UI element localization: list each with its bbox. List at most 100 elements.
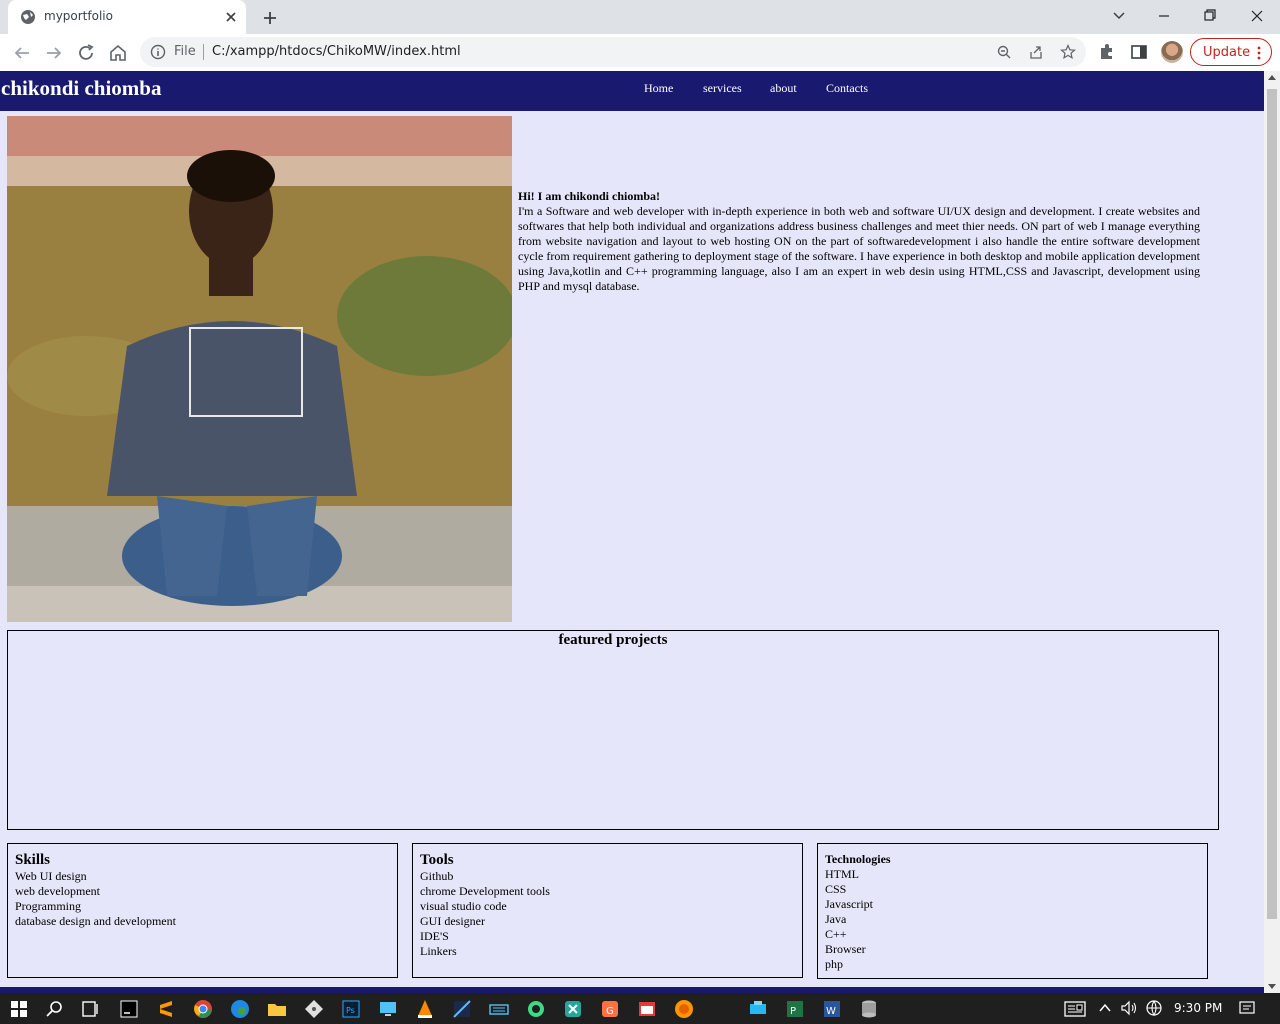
update-button[interactable]: Update: [1190, 38, 1272, 66]
firefox-icon[interactable]: [671, 996, 697, 1022]
volume-icon[interactable]: [1120, 999, 1138, 1017]
svg-text:W: W: [826, 1006, 836, 1017]
photoshop-icon[interactable]: Ps: [338, 996, 364, 1022]
intro-section: Hi! I am chikondi chiomba! I'm a Softwar…: [518, 189, 1200, 294]
tool-item: IDE'S: [420, 929, 449, 943]
chrome-icon[interactable]: [190, 996, 216, 1022]
scrollbar-thumb[interactable]: [1267, 89, 1277, 919]
tool-item: chrome Development tools: [420, 884, 550, 898]
gimp-icon[interactable]: G: [597, 996, 623, 1022]
keyboard-icon[interactable]: [486, 996, 512, 1022]
word-icon[interactable]: W: [819, 996, 845, 1022]
minimize-icon[interactable]: [1150, 4, 1178, 28]
browser-tab[interactable]: myportfolio: [8, 0, 246, 34]
technology-item: HTML: [825, 867, 859, 881]
scroll-down-arrow[interactable]: [1268, 984, 1276, 989]
file-explorer-icon[interactable]: [264, 996, 290, 1022]
scroll-up-arrow[interactable]: [1268, 75, 1276, 80]
intro-text: I'm a Software and web developer with in…: [518, 204, 1200, 293]
bookmark-star-icon[interactable]: [1060, 44, 1076, 60]
android-studio-icon[interactable]: [523, 996, 549, 1022]
featured-projects-title: featured projects: [558, 632, 668, 648]
zoom-icon[interactable]: [996, 44, 1012, 60]
xampp-icon[interactable]: [560, 996, 586, 1022]
technology-item: Javascript: [825, 897, 873, 911]
skills-card: Skills Web UI design web development Pro…: [7, 843, 398, 978]
url-text[interactable]: C:/xampp/htdocs/ChikoMW/index.html: [212, 44, 461, 59]
svg-text:G: G: [606, 1006, 614, 1017]
close-tab-icon[interactable]: [222, 8, 240, 26]
tool-item: Github: [420, 869, 454, 883]
technology-item: php: [825, 957, 843, 971]
technology-item: CSS: [825, 882, 847, 896]
file-label: File: [174, 44, 196, 59]
notifications-icon[interactable]: [1238, 999, 1256, 1017]
network-app-icon[interactable]: [745, 996, 771, 1022]
windows-taskbar: Ps G P W 9:30 PM: [0, 993, 1280, 1024]
skill-item: Programming: [15, 899, 81, 913]
tool-item: GUI designer: [420, 914, 485, 928]
search-icon[interactable]: [42, 996, 68, 1022]
reload-icon[interactable]: [74, 41, 98, 65]
tab-title: myportfolio: [44, 9, 113, 23]
technology-item: Browser: [825, 942, 866, 956]
update-label: Update: [1203, 45, 1251, 60]
site-brand[interactable]: chikondi chiomba: [1, 76, 161, 101]
technology-item: C++: [825, 927, 847, 941]
nav-home-link[interactable]: Home: [644, 81, 673, 96]
home-icon[interactable]: [106, 41, 130, 65]
remote-desktop-icon[interactable]: [375, 996, 401, 1022]
close-window-icon[interactable]: [1243, 4, 1271, 28]
share-icon[interactable]: [1028, 44, 1044, 60]
forward-icon[interactable]: [42, 41, 66, 65]
back-icon[interactable]: [10, 41, 34, 65]
restore-icon[interactable]: [1196, 4, 1224, 28]
tool-item: Linkers: [420, 944, 457, 958]
clock-time[interactable]: 9:30 PM: [1174, 1001, 1222, 1015]
side-panel-icon[interactable]: [1129, 42, 1149, 62]
nav-about-link[interactable]: about: [770, 81, 797, 96]
menu-dots-icon[interactable]: [1257, 46, 1261, 60]
browser-tab-strip: myportfolio: [0, 0, 1280, 34]
profile-photo: [7, 116, 512, 622]
sublime-icon[interactable]: [153, 996, 179, 1022]
skills-title: Skills: [15, 852, 51, 868]
edge-icon[interactable]: [227, 996, 253, 1022]
tools-card: Tools Github chrome Development tools vi…: [412, 843, 803, 978]
network-globe-icon[interactable]: [1145, 999, 1163, 1017]
tab-search-icon[interactable]: [1105, 4, 1133, 28]
calendar-app-icon[interactable]: [634, 996, 660, 1022]
browser-toolbar: File C:/xampp/htdocs/ChikoMW/index.html …: [0, 34, 1280, 71]
skill-item: Web UI design: [15, 869, 87, 883]
address-bar[interactable]: File C:/xampp/htdocs/ChikoMW/index.html: [140, 37, 1086, 67]
windows-start-icon[interactable]: [6, 996, 32, 1022]
separator: [203, 44, 204, 60]
project-icon[interactable]: P: [782, 996, 808, 1022]
git-icon[interactable]: [301, 996, 327, 1022]
skill-item: web development: [15, 884, 100, 898]
nav-contacts-link[interactable]: Contacts: [826, 81, 868, 96]
task-view-icon[interactable]: [77, 996, 103, 1022]
vlc-icon[interactable]: [412, 996, 438, 1022]
profile-avatar[interactable]: [1161, 41, 1183, 63]
new-tab-icon[interactable]: [258, 6, 282, 30]
technologies-title: Technologies: [825, 852, 891, 866]
extensions-icon[interactable]: [1097, 42, 1117, 62]
info-icon[interactable]: [150, 44, 166, 60]
news-widget-icon[interactable]: [1064, 1000, 1086, 1018]
technology-item: Java: [825, 912, 847, 926]
page-viewport: chikondi chiomba Home services about Con…: [0, 71, 1264, 993]
intellij-icon[interactable]: [116, 996, 142, 1022]
skill-item: database design and development: [15, 914, 176, 928]
database-icon[interactable]: [856, 996, 882, 1022]
svg-text:P: P: [790, 1006, 796, 1017]
nav-services-link[interactable]: services: [703, 81, 742, 96]
tool-item: visual studio code: [420, 899, 507, 913]
svg-text:Ps: Ps: [346, 1006, 355, 1015]
globe-icon: [21, 10, 35, 24]
chevron-up-icon[interactable]: [1098, 1001, 1112, 1015]
page-scrollbar[interactable]: [1264, 71, 1280, 993]
intro-greeting: Hi! I am chikondi chiomba!: [518, 189, 661, 203]
eclipse-icon[interactable]: [449, 996, 475, 1022]
technologies-card: Technologies HTML CSS Javascript Java C+…: [817, 843, 1208, 979]
